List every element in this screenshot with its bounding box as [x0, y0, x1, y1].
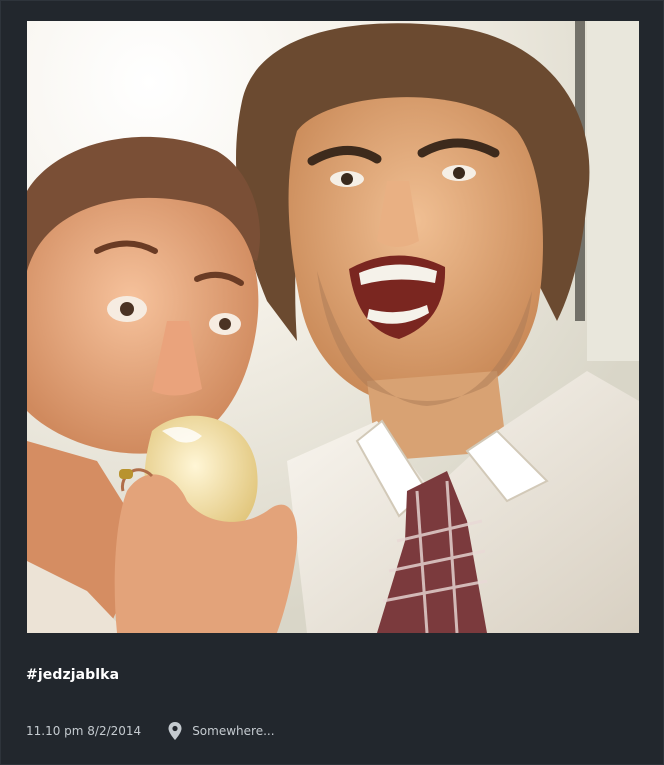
post-timestamp: 11.10 pm 8/2/2014	[26, 724, 142, 738]
photo-illustration	[27, 21, 639, 633]
location-pin-icon	[167, 721, 183, 741]
post-location-link[interactable]: Somewhere...	[192, 724, 274, 738]
post-card: #jedzjablka 11.10 pm 8/2/2014 Somewhere.…	[0, 0, 664, 765]
post-meta: 11.10 pm 8/2/2014 Somewhere...	[26, 719, 275, 743]
post-caption: #jedzjablka	[26, 667, 120, 683]
post-photo[interactable]	[27, 21, 639, 633]
